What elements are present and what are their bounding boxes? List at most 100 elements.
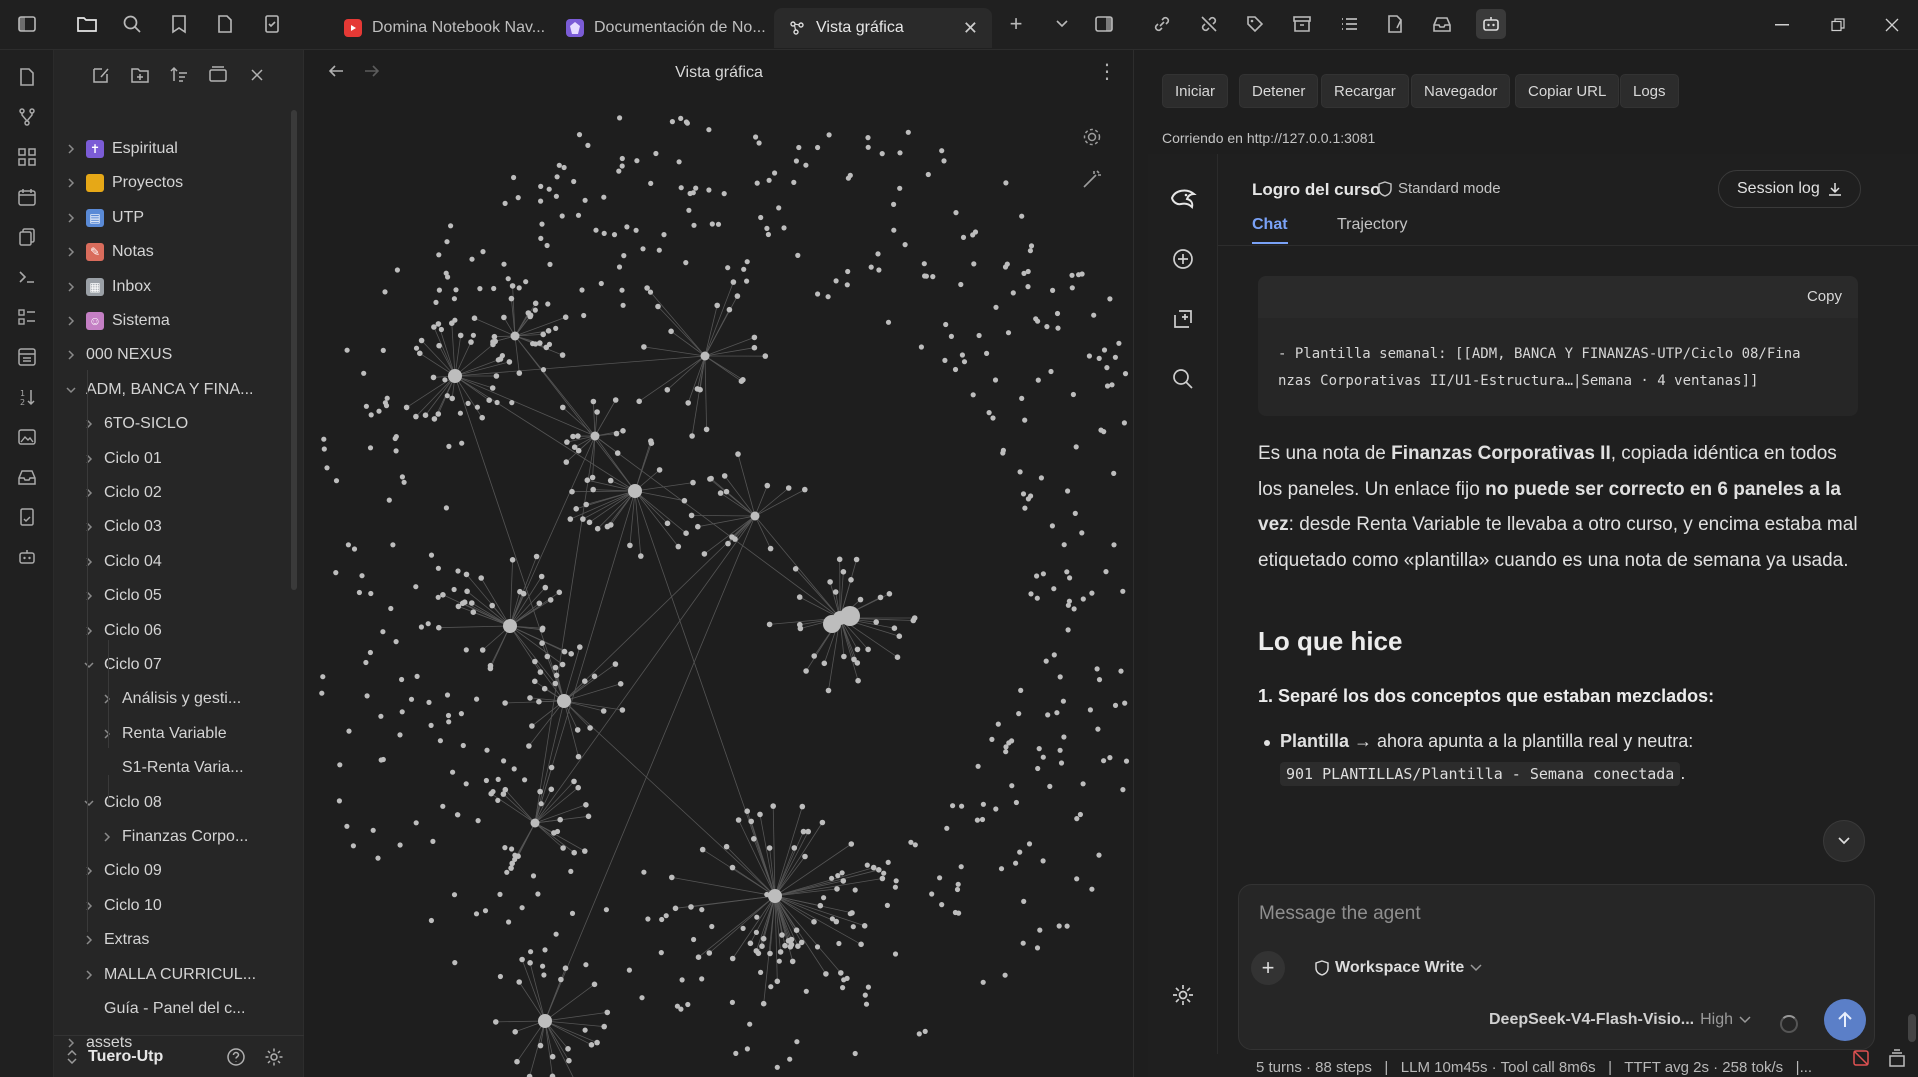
graph-node[interactable] bbox=[980, 979, 986, 985]
graph-node[interactable] bbox=[699, 907, 705, 913]
graph-node[interactable] bbox=[375, 855, 381, 861]
graph-node[interactable] bbox=[1058, 760, 1065, 766]
tree-item[interactable]: Análisis y gesti... bbox=[100, 684, 241, 714]
graph-node[interactable] bbox=[954, 886, 961, 893]
graph-node[interactable] bbox=[1120, 588, 1126, 594]
graph-node[interactable] bbox=[582, 197, 588, 203]
graph-node[interactable] bbox=[852, 887, 858, 893]
tree-item[interactable]: Ciclo 02 bbox=[82, 478, 162, 508]
graph-node[interactable] bbox=[514, 1058, 520, 1065]
graph-node[interactable] bbox=[386, 497, 392, 503]
graph-node[interactable] bbox=[1065, 627, 1071, 633]
graph-node[interactable] bbox=[557, 816, 563, 823]
graph-node[interactable] bbox=[955, 881, 961, 887]
graph-node[interactable] bbox=[571, 849, 577, 856]
graph-node[interactable] bbox=[547, 261, 553, 267]
graph-node[interactable] bbox=[594, 409, 600, 415]
graph-node[interactable] bbox=[440, 803, 446, 809]
graph-node[interactable] bbox=[428, 552, 435, 558]
graph-node[interactable] bbox=[658, 950, 664, 956]
graph-node[interactable] bbox=[559, 213, 565, 219]
graph-node[interactable] bbox=[656, 467, 663, 473]
graph-node[interactable] bbox=[444, 239, 450, 245]
graph-node[interactable] bbox=[916, 1031, 922, 1037]
graph-node[interactable] bbox=[1045, 712, 1051, 718]
graph-node[interactable] bbox=[744, 808, 750, 814]
graph-node[interactable] bbox=[359, 573, 365, 579]
graph-node[interactable] bbox=[489, 385, 496, 391]
graph-node[interactable] bbox=[984, 350, 990, 356]
graph-node[interactable] bbox=[1101, 758, 1107, 764]
graph-node[interactable] bbox=[681, 497, 688, 504]
graph-node[interactable] bbox=[729, 534, 735, 540]
graph-node[interactable] bbox=[641, 344, 647, 350]
graph-node[interactable] bbox=[598, 280, 604, 287]
tab-vista-grafica[interactable]: Vista gráfica ✕ bbox=[774, 8, 992, 48]
graph-node[interactable] bbox=[753, 134, 759, 140]
graph-node[interactable] bbox=[614, 450, 621, 456]
graph-node[interactable] bbox=[1025, 284, 1031, 290]
graph-node[interactable] bbox=[896, 633, 903, 639]
graph-node[interactable] bbox=[886, 591, 893, 597]
tab-trajectory[interactable]: Trajectory bbox=[1337, 216, 1408, 234]
graph-node[interactable] bbox=[501, 261, 507, 267]
tree-item[interactable]: Proyectos bbox=[64, 168, 183, 198]
graph-node[interactable] bbox=[922, 1028, 928, 1034]
graph-node[interactable] bbox=[450, 769, 456, 775]
graph-node[interactable] bbox=[833, 918, 840, 925]
calendar-icon[interactable] bbox=[15, 185, 39, 209]
graph-node[interactable] bbox=[799, 803, 806, 810]
graph-node[interactable] bbox=[881, 870, 887, 876]
graph-node[interactable] bbox=[532, 658, 538, 665]
graph-node[interactable] bbox=[879, 151, 885, 157]
link-plugin-icon[interactable] bbox=[1150, 12, 1174, 36]
graph-node[interactable] bbox=[446, 719, 452, 725]
graph-node[interactable] bbox=[451, 296, 457, 302]
graph-node[interactable] bbox=[624, 224, 630, 230]
graph-node[interactable] bbox=[495, 776, 501, 783]
graph-node[interactable] bbox=[689, 433, 695, 439]
graph-node[interactable] bbox=[993, 304, 999, 310]
graph-node[interactable] bbox=[758, 969, 764, 976]
graph-node[interactable] bbox=[952, 909, 959, 916]
graph-node[interactable] bbox=[1091, 312, 1097, 318]
graph-node[interactable] bbox=[950, 803, 956, 809]
graph-node[interactable] bbox=[1047, 783, 1053, 790]
graph-node[interactable] bbox=[797, 621, 803, 628]
graph-node[interactable] bbox=[549, 1053, 556, 1060]
graph-node[interactable] bbox=[1101, 347, 1108, 353]
graph-node[interactable] bbox=[875, 251, 881, 257]
restore-icon[interactable] bbox=[1826, 14, 1850, 36]
graph-node[interactable] bbox=[542, 584, 549, 591]
graph-node[interactable] bbox=[815, 144, 821, 151]
graph-node[interactable] bbox=[669, 874, 675, 881]
tree-item[interactable]: Ciclo 04 bbox=[82, 547, 162, 577]
graph-node[interactable] bbox=[747, 1021, 753, 1027]
graph-node[interactable] bbox=[725, 540, 731, 547]
graph-node[interactable] bbox=[530, 873, 537, 879]
graph-node[interactable] bbox=[604, 523, 611, 530]
graph-node[interactable] bbox=[921, 261, 927, 267]
graph-node[interactable] bbox=[418, 624, 424, 630]
graph-node[interactable] bbox=[1089, 886, 1095, 892]
graph-node[interactable] bbox=[714, 302, 720, 309]
graph-node[interactable] bbox=[509, 557, 516, 563]
graph-node[interactable] bbox=[685, 400, 691, 406]
graph-node[interactable] bbox=[497, 973, 503, 980]
graph-node[interactable] bbox=[457, 332, 464, 339]
graph-node[interactable] bbox=[532, 307, 538, 313]
graph-node[interactable] bbox=[636, 398, 642, 405]
graph-node[interactable] bbox=[431, 416, 438, 422]
graph-node[interactable] bbox=[793, 158, 799, 164]
folder-icon[interactable] bbox=[75, 12, 99, 36]
graph-node[interactable] bbox=[729, 999, 735, 1006]
graph-node[interactable] bbox=[855, 677, 861, 684]
graph-node[interactable] bbox=[538, 801, 544, 807]
graph-node[interactable] bbox=[993, 806, 999, 812]
graph-node[interactable] bbox=[891, 201, 897, 207]
graph-node[interactable] bbox=[454, 812, 461, 818]
graph-node[interactable] bbox=[1043, 658, 1049, 664]
graph-canvas[interactable] bbox=[305, 96, 1133, 1077]
graph-node[interactable] bbox=[865, 144, 871, 150]
graph-node[interactable] bbox=[1048, 368, 1054, 375]
